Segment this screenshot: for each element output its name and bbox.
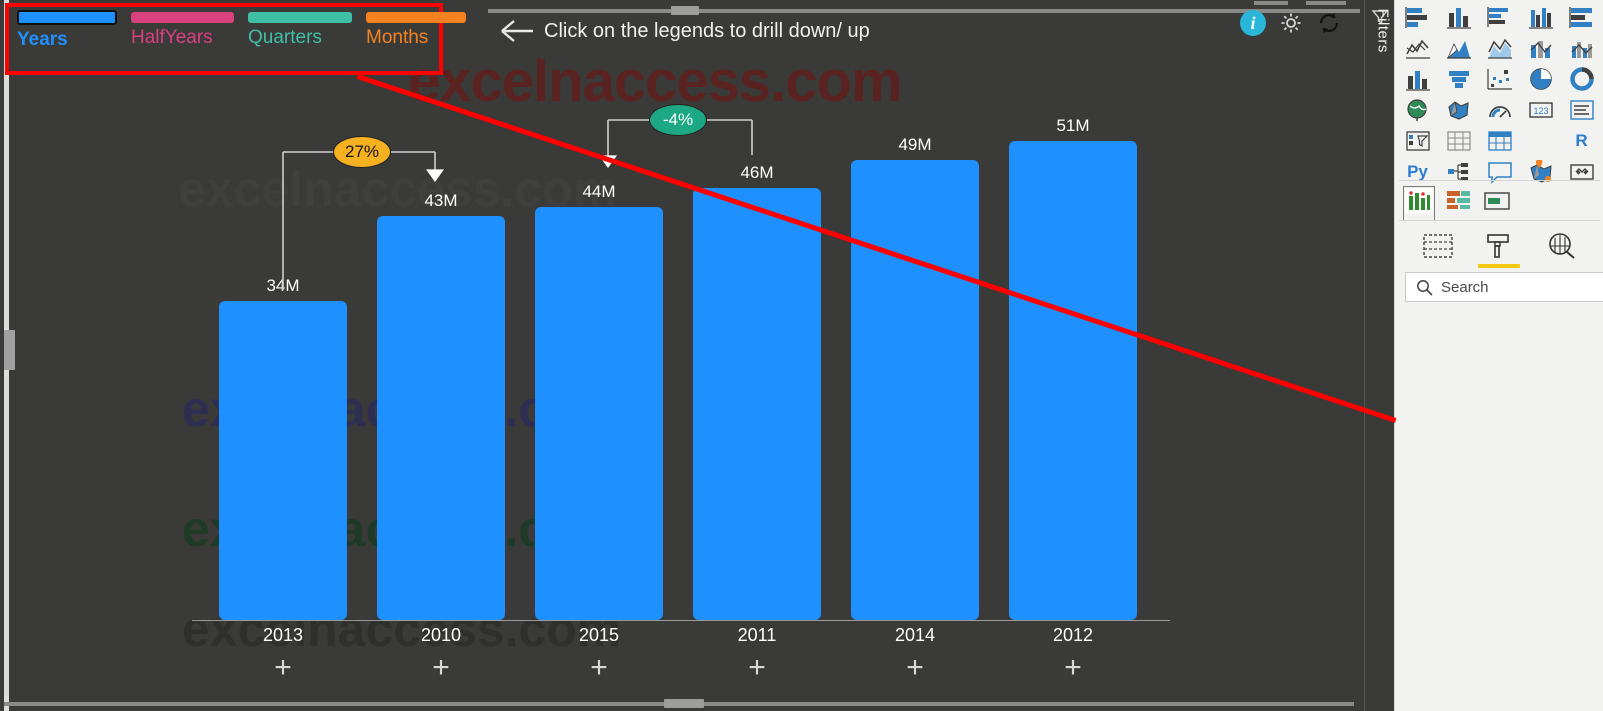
visualizations-pane: 123 R Py Search [1394, 0, 1603, 711]
paint-roller-icon [1487, 234, 1510, 258]
growth-annotation-pill: 27% [333, 136, 391, 168]
ribbon-chart-icon[interactable] [1397, 64, 1438, 93]
key-influencers-icon[interactable] [1561, 157, 1602, 186]
map-icon[interactable] [1397, 95, 1438, 124]
stacked-area-chart-icon[interactable] [1479, 33, 1520, 62]
python-visual-icon[interactable]: Py [1397, 157, 1438, 186]
line-clustered-column-chart-icon[interactable] [1561, 33, 1602, 62]
divider [1399, 220, 1600, 221]
clustered-column-chart-icon[interactable] [1520, 2, 1561, 31]
fields-icon [1423, 234, 1453, 258]
magnifier-chart-icon [1549, 233, 1575, 259]
line-chart-icon[interactable] [1397, 33, 1438, 62]
format-tab[interactable] [1472, 224, 1526, 268]
clustered-bar-chart-icon[interactable] [1479, 2, 1520, 31]
fields-tab[interactable] [1411, 224, 1465, 268]
r-script-visual-icon[interactable]: R [1561, 126, 1602, 155]
filters-pane-label: Filters [1374, 8, 1392, 53]
svg-text:123: 123 [1533, 106, 1548, 116]
custom-visual-2-icon[interactable] [1445, 188, 1473, 219]
custom-visuals-row[interactable] [1403, 186, 1511, 221]
pie-chart-icon[interactable] [1520, 64, 1561, 93]
line-stacked-column-chart-icon[interactable] [1520, 33, 1561, 62]
analytics-tab[interactable] [1534, 224, 1588, 268]
custom-visual-3-icon[interactable] [1483, 188, 1511, 219]
smart-narrative-icon[interactable] [1479, 157, 1520, 186]
donut-chart-icon[interactable] [1561, 64, 1602, 93]
kpi-icon[interactable] [1397, 126, 1438, 155]
matrix-icon[interactable] [1520, 126, 1561, 155]
stacked-column-chart-icon[interactable] [1438, 2, 1479, 31]
gauge-icon[interactable] [1479, 95, 1520, 124]
multi-row-card-icon[interactable] [1561, 95, 1602, 124]
waterfall-chart-icon[interactable] [1438, 64, 1479, 93]
divider [1399, 180, 1600, 181]
card-icon[interactable]: 123 [1520, 95, 1561, 124]
arcgis-map-icon[interactable] [1520, 157, 1561, 186]
growth-annotation-pill: -4% [649, 104, 707, 136]
search-placeholder: Search [1441, 278, 1489, 296]
100-stacked-bar-chart-icon[interactable] [1561, 2, 1602, 31]
drill-down-column-chart[interactable]: 34M 2013 +43M 2010 +44M 2015 +46M 2011 +49M 2014 +… [0, 0, 1364, 711]
area-chart-icon[interactable] [1438, 33, 1479, 62]
format-pane-tabs[interactable] [1407, 224, 1592, 268]
search-icon [1417, 279, 1433, 296]
stacked-bar-chart-icon[interactable] [1397, 2, 1438, 31]
screen-root: excelnaccess.com excelnaccess.com exceln… [0, 0, 1603, 711]
table-icon[interactable] [1479, 126, 1520, 155]
scatter-chart-icon[interactable] [1479, 64, 1520, 93]
drill-down-column-chart-icon[interactable] [1403, 186, 1435, 221]
decomposition-tree-icon[interactable] [1438, 157, 1479, 186]
slicer-icon[interactable] [1438, 126, 1479, 155]
search-input[interactable]: Search [1405, 272, 1603, 302]
filled-map-icon[interactable] [1438, 95, 1479, 124]
filters-pane-collapsed[interactable]: Filters [1364, 0, 1394, 711]
active-tab-indicator [1478, 264, 1521, 268]
report-canvas: excelnaccess.com excelnaccess.com exceln… [0, 0, 1364, 711]
